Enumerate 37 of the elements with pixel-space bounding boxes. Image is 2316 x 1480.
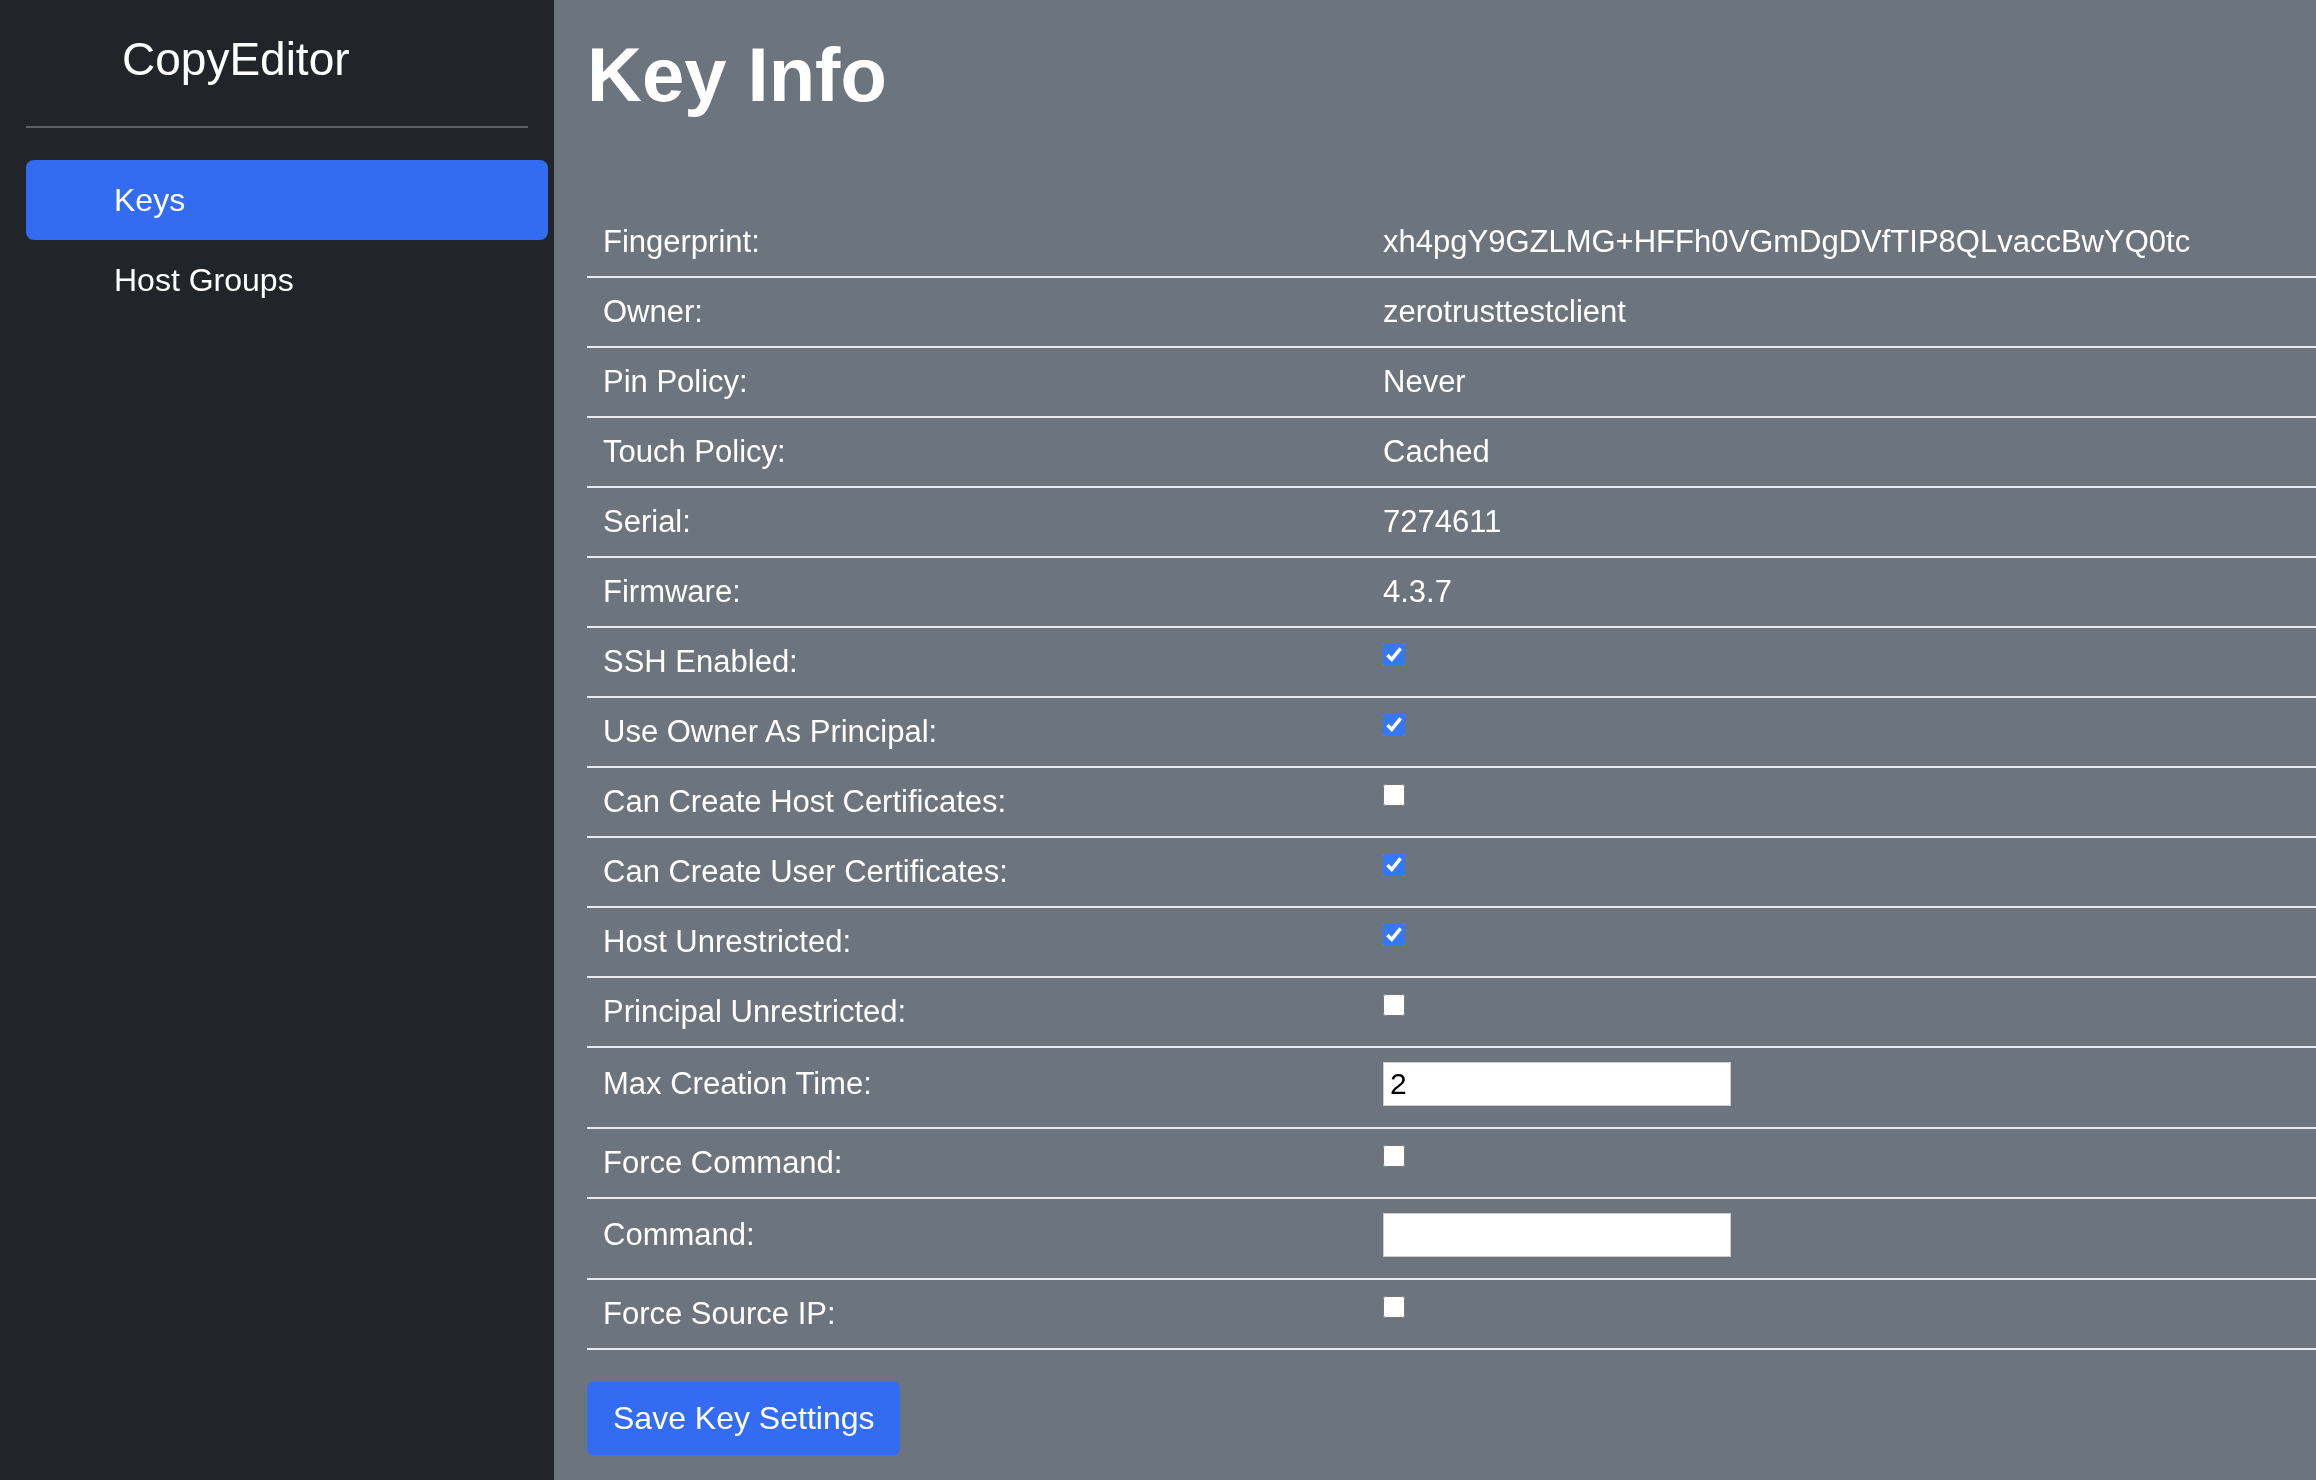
field-label: Force Source IP:: [602, 1296, 837, 1332]
field-label: Command:: [602, 1217, 756, 1253]
page-title: Key Info: [587, 31, 888, 119]
field-label: Pin Policy:: [602, 364, 749, 400]
field-label: Can Create Host Certificates:: [602, 784, 1008, 820]
input-field[interactable]: 2: [1383, 1062, 1731, 1106]
field-value: zerotrusttestclient: [1383, 294, 1626, 330]
field-value: Never: [1383, 364, 1466, 400]
field-value: Cached: [1383, 434, 1490, 470]
checkbox[interactable]: [1383, 1296, 1405, 1318]
checkbox[interactable]: [1383, 924, 1405, 946]
checkbox[interactable]: [1383, 784, 1405, 806]
field-label: Owner:: [602, 294, 704, 330]
field-label: Can Create User Certificates:: [602, 854, 1009, 890]
field-label: Touch Policy:: [602, 434, 787, 470]
field-label: Principal Unrestricted:: [602, 994, 908, 1030]
field-value: 4.3.7: [1383, 574, 1452, 610]
field-label: Fingerprint:: [602, 224, 761, 260]
input-field[interactable]: [1383, 1213, 1731, 1257]
field-label: Max Creation Time:: [602, 1066, 873, 1102]
save-button[interactable]: Save Key Settings: [587, 1382, 901, 1455]
field-label: Host Unrestricted:: [602, 924, 853, 960]
nav-item[interactable]: Keys: [26, 160, 548, 240]
checkbox[interactable]: [1383, 644, 1405, 666]
field-value: xh4pgY9GZLMG+HFFh0VGmDgDVfTIP8QLvaccBwYQ0tc: [1383, 224, 2191, 260]
checkbox[interactable]: [1383, 1145, 1405, 1167]
field-label: Force Command:: [602, 1145, 844, 1181]
checkbox[interactable]: [1383, 854, 1405, 876]
field-label: Firmware:: [602, 574, 742, 610]
nav-item[interactable]: Host Groups: [26, 240, 548, 320]
checkbox[interactable]: [1383, 714, 1405, 736]
field-label: Serial:: [602, 504, 692, 540]
brand-title: CopyEditor: [121, 32, 351, 87]
checkbox[interactable]: [1383, 994, 1405, 1016]
field-label: Use Owner As Principal:: [602, 714, 939, 750]
field-value: 7274611: [1383, 504, 1502, 540]
field-label: SSH Enabled:: [602, 644, 799, 680]
